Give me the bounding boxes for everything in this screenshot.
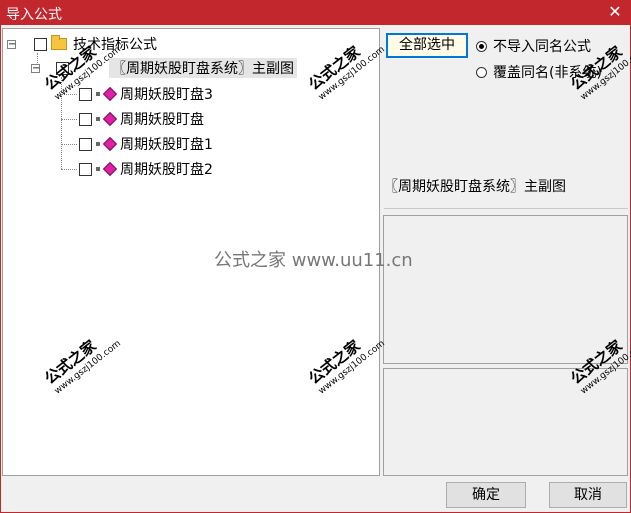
cancel-button[interactable]: 取消 — [549, 482, 627, 508]
formula-description-panel — [383, 215, 628, 364]
tree-node-label: 周期妖股盯盘 — [120, 112, 204, 128]
radio-skip-duplicates[interactable]: 不导入同名公式 — [476, 36, 591, 56]
ok-button[interactable]: 确定 — [446, 482, 526, 508]
root-checkbox[interactable] — [34, 37, 47, 51]
formula-checkbox[interactable] — [79, 162, 92, 176]
tree-connector — [61, 169, 77, 170]
tree-connector — [61, 119, 77, 120]
folder-icon — [51, 35, 67, 50]
tree-node-label: 周期妖股盯盘3 — [120, 87, 213, 103]
radio-label: 不导入同名公式 — [493, 39, 591, 55]
formula-checkbox[interactable] — [79, 87, 92, 101]
radio-circle[interactable] — [476, 66, 487, 78]
tree-connector — [61, 144, 77, 145]
window-title: 导入公式 — [6, 7, 62, 23]
close-icon[interactable]: ✕ — [605, 2, 625, 22]
tree-node-formula[interactable]: 周期妖股盯盘 — [79, 108, 204, 130]
collapse-icon[interactable]: − — [31, 63, 40, 73]
formula-icon — [102, 86, 118, 102]
tree-node-label: 〖周期妖股盯盘系统〗主副图 — [109, 58, 297, 78]
tree-node-formula[interactable]: 周期妖股盯盘1 — [79, 133, 213, 155]
collapse-icon[interactable]: − — [7, 39, 16, 49]
divider — [384, 208, 628, 209]
formula-icon — [102, 111, 118, 127]
tree-node-label: 周期妖股盯盘2 — [120, 162, 213, 178]
tree-node-label: 周期妖股盯盘1 — [120, 137, 213, 153]
formula-checkbox[interactable] — [79, 137, 92, 151]
tree-node-formula[interactable]: 周期妖股盯盘3 — [79, 83, 213, 105]
tree-node-formula[interactable]: 周期妖股盯盘2 — [79, 158, 213, 180]
title-bar: 导入公式 ✕ — [0, 0, 631, 25]
radio-circle[interactable] — [476, 40, 487, 52]
formula-icon — [102, 161, 118, 177]
center-watermark: 公式之家 www.uu11.cn — [214, 250, 413, 271]
selected-formula-name: 〖周期妖股盯盘系统〗主副图 — [384, 179, 566, 195]
formula-icon — [102, 136, 118, 152]
select-all-button[interactable]: 全部选中 — [386, 33, 468, 58]
formula-checkbox[interactable] — [79, 112, 92, 126]
